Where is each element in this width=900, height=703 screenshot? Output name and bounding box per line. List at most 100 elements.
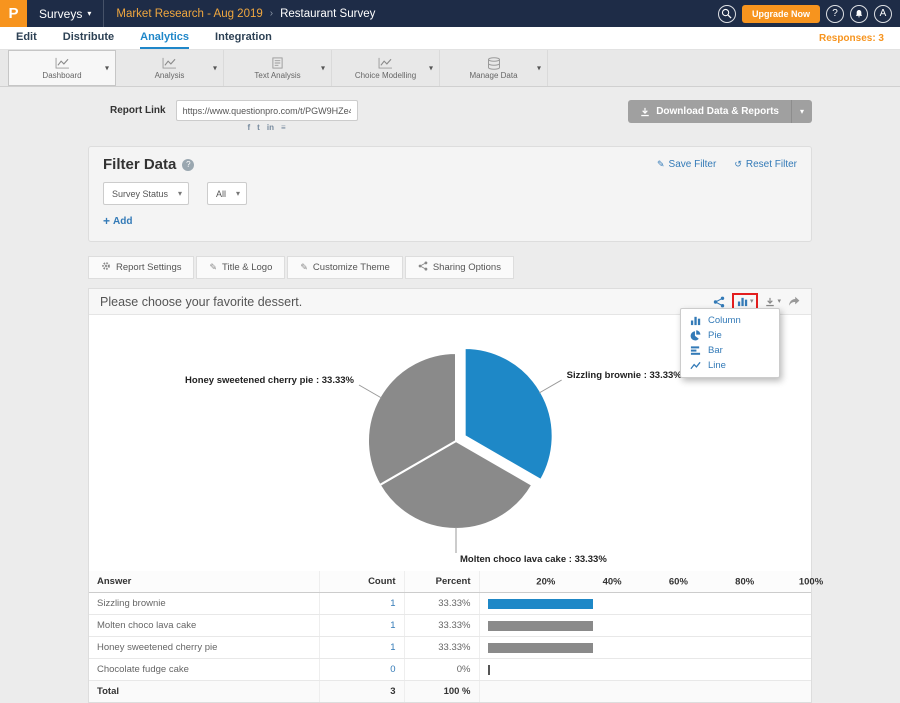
linkedin-icon[interactable]: in (267, 124, 274, 132)
column-chart-icon (690, 315, 702, 326)
reset-filter-label: Reset Filter (746, 159, 797, 170)
bar-track (488, 599, 804, 609)
download-icon (640, 107, 650, 117)
download-data-reports-button[interactable]: Download Data & Reports (628, 100, 791, 123)
line-chart-menu-icon (690, 360, 702, 371)
surveys-label: Surveys (39, 7, 82, 21)
bar-cell (479, 659, 811, 681)
toolbar: Dashboard▾Analysis▾Text Analysis▾Choice … (0, 50, 900, 87)
filter-links: ✎ Save Filter ↺ Reset Filter (657, 159, 797, 170)
caret-down-icon[interactable]: ▾ (105, 64, 109, 73)
question-panel: Please choose your favorite dessert. ▾ ▾ (88, 288, 812, 703)
share-nodes-icon (418, 261, 428, 274)
answer-cell: Sizzling brownie (89, 593, 319, 615)
menubar-item-distribute[interactable]: Distribute (63, 27, 114, 49)
main-content: Report Link ftin≡ Download Data & Report… (88, 87, 812, 703)
caret-down-icon[interactable]: ▾ (213, 64, 217, 73)
toolbar-item-manage-data[interactable]: Manage Data▾ (440, 50, 548, 86)
answer-header: Answer (89, 571, 319, 593)
share-question-button[interactable] (788, 296, 800, 307)
bar-track (488, 665, 804, 675)
report-link-input[interactable] (176, 100, 358, 121)
menubar-item-analytics[interactable]: Analytics (140, 27, 189, 49)
count-cell: 1 (319, 637, 404, 659)
toolbar-item-text-analysis[interactable]: Text Analysis▾ (224, 50, 332, 86)
report-link-col: ftin ≡ (176, 100, 358, 132)
count-cell: 1 (319, 593, 404, 615)
add-filter-label: Add (113, 216, 132, 227)
menubar-item-edit[interactable]: Edit (16, 27, 37, 49)
toolbar-item-dashboard[interactable]: Dashboard▾ (8, 50, 116, 86)
caret-down-icon[interactable]: ▾ (321, 64, 325, 73)
questionpro-logo[interactable]: P (0, 0, 27, 27)
download-options-caret[interactable]: ▾ (791, 100, 812, 123)
chart-menu-item-line[interactable]: Line (681, 358, 779, 373)
table-row: Chocolate fudge cake00% (89, 659, 811, 681)
twitter-icon[interactable]: t (257, 124, 260, 132)
filter-help-icon[interactable]: ? (182, 159, 194, 171)
survey-status-select[interactable]: Survey Status ▾ (103, 182, 189, 205)
pencil-icon: ✎ (657, 160, 665, 169)
chart-menu-label: Line (708, 360, 726, 371)
column-chart-icon (737, 296, 748, 307)
caret-down-icon[interactable]: ▾ (537, 64, 541, 73)
reset-icon: ↺ (734, 160, 742, 169)
toolbar-item-choice-modelling[interactable]: Choice Modelling ▾ (332, 50, 440, 86)
responses-count[interactable]: Responses: 3 (819, 27, 884, 49)
reset-filter-link[interactable]: ↺ Reset Filter (734, 159, 797, 170)
chevron-down-icon: ▾ (236, 190, 240, 198)
blog-icon[interactable]: ≡ (281, 124, 286, 132)
answer-cell: Honey sweetened cherry pie (89, 637, 319, 659)
scale-header: 20%40%60%80%100% (479, 571, 811, 593)
tab-sharing-options[interactable]: Sharing Options (405, 256, 514, 279)
chart-menu-item-bar[interactable]: Bar (681, 343, 779, 358)
answer-table-body: Sizzling brownie133.33%Molten choco lava… (89, 593, 811, 681)
scale-label: 60% (669, 576, 688, 587)
toolbar-item-analysis[interactable]: Analysis▾ (116, 50, 224, 86)
table-row: Molten choco lava cake133.33% (89, 615, 811, 637)
percent-bar (488, 621, 593, 631)
caret-down-icon[interactable]: ▾ (429, 64, 433, 73)
chevron-down-icon: ▾ (178, 190, 182, 198)
bar-chart-icon (690, 345, 702, 356)
save-filter-link[interactable]: ✎ Save Filter (657, 159, 716, 170)
scale-label: 20% (536, 576, 555, 587)
share-analytics-button[interactable] (713, 296, 725, 308)
menubar-item-integration[interactable]: Integration (215, 27, 272, 49)
chevron-down-icon: ▾ (87, 10, 91, 18)
help-button[interactable]: ? (826, 5, 844, 23)
table-row: Sizzling brownie133.33% (89, 593, 811, 615)
chart-menu-label: Pie (708, 330, 722, 341)
tab-label: Sharing Options (433, 262, 501, 273)
surveys-menu[interactable]: Surveys ▾ (27, 0, 104, 27)
pie-label-line (539, 380, 562, 393)
download-chart-button[interactable]: ▾ (765, 297, 781, 307)
filter-header: Filter Data ? ✎ Save Filter ↺ Reset Filt… (103, 156, 797, 173)
avatar[interactable]: A (874, 5, 892, 23)
menubar: Edit Distribute Analytics Integration Respo… (0, 27, 900, 50)
scale-label: 40% (603, 576, 622, 587)
search-button[interactable] (718, 5, 736, 23)
pie-slice-label: Molten choco lava cake : 33.33% (460, 554, 607, 565)
breadcrumb-parent[interactable]: Market Research - Aug 2019 (116, 8, 262, 20)
bar-track (488, 643, 804, 653)
tab-report-settings[interactable]: Report Settings (88, 256, 194, 279)
tab-title-logo[interactable]: ✎Title & Logo (196, 256, 285, 279)
table-header-row: Answer Count Percent 20%40%60%80%100% (89, 571, 811, 593)
chart-menu-item-column[interactable]: Column (681, 313, 779, 328)
pencil-icon: ✎ (209, 262, 217, 273)
status-all-select[interactable]: All ▾ (207, 182, 247, 205)
facebook-icon[interactable]: f (248, 124, 251, 132)
add-filter-link[interactable]: + Add (103, 214, 132, 228)
notifications-button[interactable] (850, 5, 868, 23)
pie-slice-label: Honey sweetened cherry pie : 33.33% (185, 375, 355, 386)
topbar-actions: Upgrade Now ? A (718, 5, 900, 23)
toolbar-item-label: Choice Modelling (355, 71, 416, 80)
upgrade-now-button[interactable]: Upgrade Now (742, 5, 820, 23)
line-chart-icon (378, 57, 393, 70)
document-chart-icon (270, 57, 285, 70)
chart-menu-item-pie[interactable]: Pie (681, 328, 779, 343)
percent-bar (488, 665, 490, 675)
tab-customize-theme[interactable]: ✎Customize Theme (287, 256, 402, 279)
bar-cell (479, 637, 811, 659)
